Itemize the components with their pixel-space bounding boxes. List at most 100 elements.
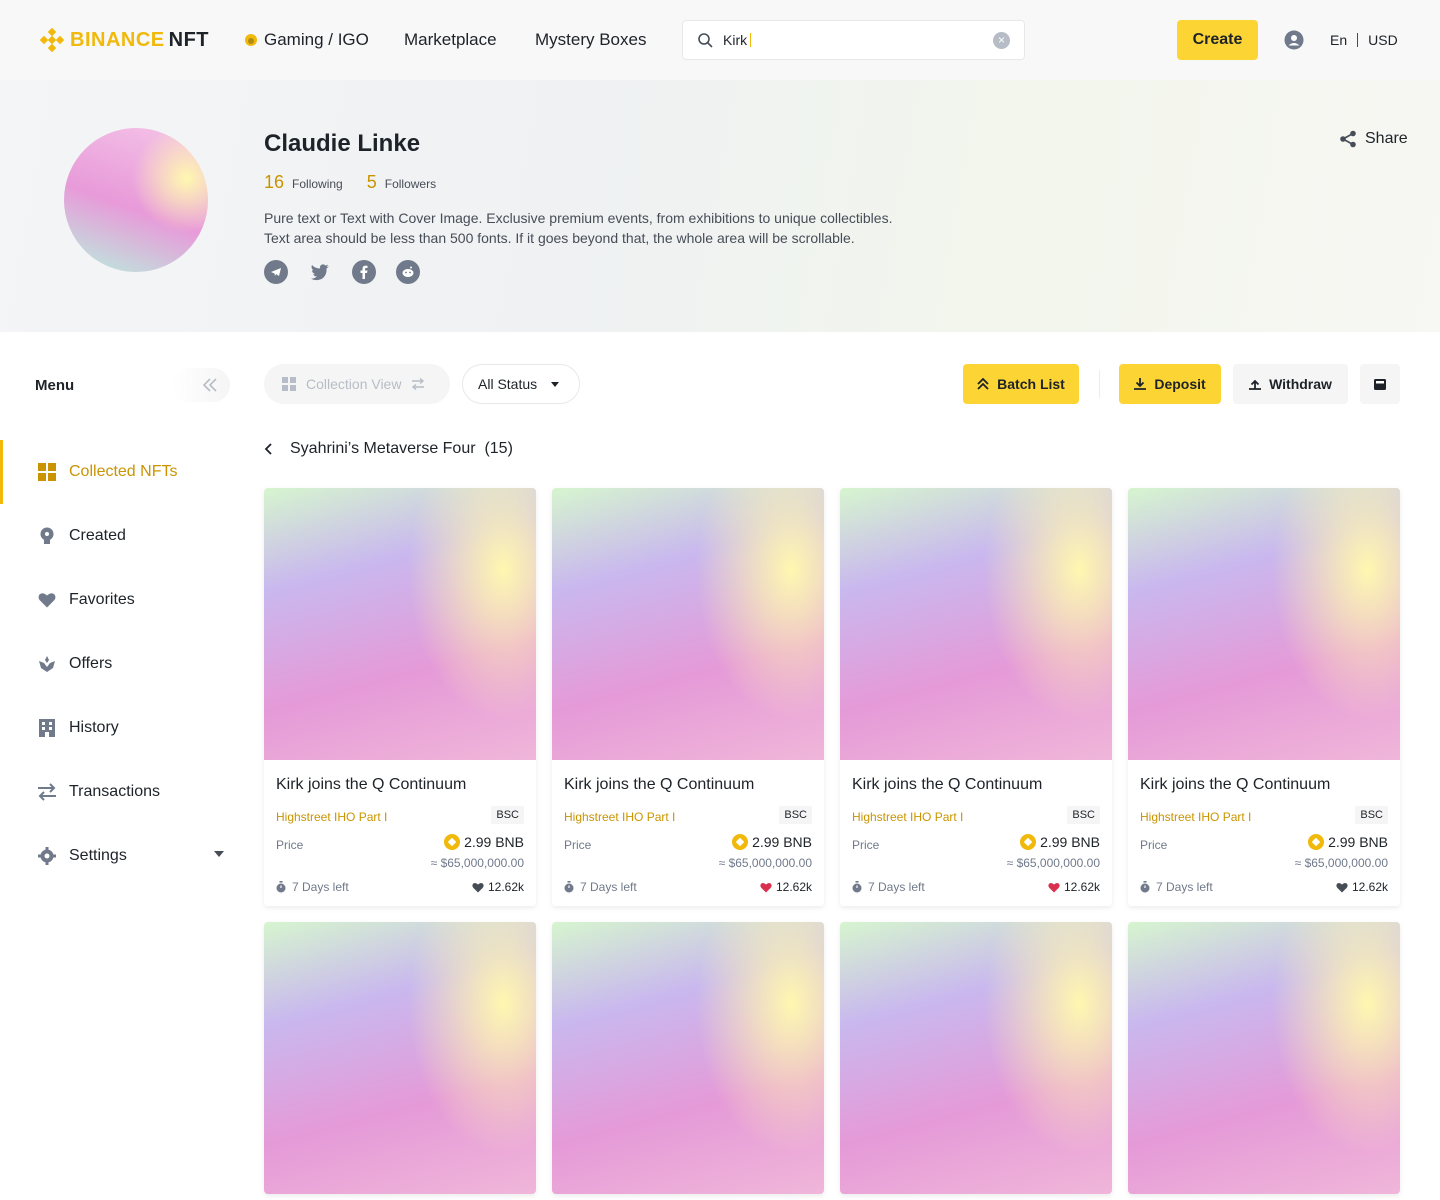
nft-card[interactable]: Kirk joins the Q Continuum Highstreet IHO…	[840, 488, 1112, 906]
time-left: 7 Days left	[852, 880, 925, 894]
nft-collection-link[interactable]: Highstreet IHO Part I	[1140, 810, 1251, 824]
price-label: Price	[1140, 838, 1168, 852]
flame-icon	[245, 34, 257, 46]
back-chevron-icon[interactable]	[264, 443, 272, 455]
download-icon	[1134, 378, 1147, 390]
collection-toolbar: Collection View All Status Batch List De…	[264, 364, 1400, 404]
clear-search-icon[interactable]: ×	[993, 32, 1010, 49]
like-button[interactable]: 12.62k	[1336, 880, 1388, 894]
sidebar-item-collected-nfts[interactable]: Collected NFTs	[0, 440, 250, 504]
stopwatch-icon	[276, 881, 286, 893]
nft-image[interactable]	[264, 922, 536, 1194]
nft-card[interactable]: Kirk joins the Q Continuum Highstreet IHO…	[552, 488, 824, 906]
search-input[interactable]: Kirk ×	[682, 20, 1025, 60]
share-button[interactable]: Share	[1339, 130, 1408, 148]
chain-badge: BSC	[1355, 806, 1388, 824]
chain-badge: BSC	[491, 806, 524, 824]
sidebar-item-label: Offers	[69, 655, 113, 672]
price-value: 2.99 BNB	[1328, 834, 1388, 850]
nft-card[interactable]	[264, 922, 536, 1194]
usd-equivalent: ≈ $65,000,000.00	[1294, 856, 1388, 870]
nft-card[interactable]	[1128, 922, 1400, 1194]
nft-card-body: Kirk joins the Q Continuum Highstreet IHO…	[264, 760, 536, 906]
wallet-button[interactable]	[1360, 364, 1400, 404]
nav-gaming-igo[interactable]: Gaming / IGO	[244, 30, 369, 50]
language-currency-switch[interactable]: En USD	[1330, 32, 1398, 48]
stopwatch-icon	[852, 881, 862, 893]
nft-title[interactable]: Kirk joins the Q Continuum	[564, 776, 812, 794]
time-left-value: 7 Days left	[292, 880, 349, 894]
sidebar-item-offers[interactable]: Offers	[0, 632, 250, 696]
withdraw-button[interactable]: Withdraw	[1233, 364, 1348, 404]
language-label[interactable]: En	[1330, 32, 1347, 48]
telegram-icon[interactable]	[264, 260, 288, 284]
user-avatar-icon[interactable]	[1284, 30, 1304, 55]
collapse-sidebar-button[interactable]	[172, 368, 230, 402]
sidebar-item-transactions[interactable]: Transactions	[0, 760, 250, 824]
stopwatch-icon	[564, 881, 574, 893]
reddit-icon[interactable]	[396, 260, 420, 284]
nft-collection-link[interactable]: Highstreet IHO Part I	[276, 810, 387, 824]
profile-name: Claudie Linke	[264, 130, 421, 157]
status-select[interactable]: All Status	[462, 364, 580, 404]
following-label[interactable]: Following	[292, 177, 343, 191]
nft-card[interactable]	[840, 922, 1112, 1194]
logo-brand-text: BINANCE	[70, 28, 165, 51]
like-button[interactable]: 12.62k	[760, 880, 812, 894]
nft-image[interactable]	[552, 922, 824, 1194]
twitter-icon[interactable]	[308, 260, 332, 284]
sidebar-item-label: Favorites	[69, 591, 135, 608]
search-value: Kirk	[723, 32, 748, 48]
nav-mystery-boxes[interactable]: Mystery Boxes	[535, 30, 646, 50]
like-button[interactable]: 12.62k	[472, 880, 524, 894]
sidebar-item-created[interactable]: Created	[0, 504, 250, 568]
nft-card-body: Kirk joins the Q Continuum Highstreet IHO…	[840, 760, 1112, 906]
like-button[interactable]: 12.62k	[1048, 880, 1100, 894]
nft-title[interactable]: Kirk joins the Q Continuum	[1140, 776, 1388, 794]
nft-image[interactable]	[552, 488, 824, 760]
nft-title[interactable]: Kirk joins the Q Continuum	[276, 776, 524, 794]
sidebar-item-settings[interactable]: Settings	[0, 824, 250, 888]
user-center-link[interactable]: User Center	[1076, 32, 1151, 48]
batch-list-button[interactable]: Batch List	[963, 364, 1079, 404]
price-label: Price	[852, 838, 880, 852]
nft-card[interactable]: Kirk joins the Q Continuum Highstreet IHO…	[1128, 488, 1400, 906]
nft-collection-link[interactable]: Highstreet IHO Part I	[564, 810, 675, 824]
currency-label[interactable]: USD	[1368, 32, 1398, 48]
nft-card[interactable]	[552, 922, 824, 1194]
sidebar-item-favorites[interactable]: Favorites	[0, 568, 250, 632]
nft-image[interactable]	[840, 488, 1112, 760]
facebook-icon[interactable]	[352, 260, 376, 284]
binance-nft-logo[interactable]: BINANCE NFT	[40, 28, 209, 52]
followers-count[interactable]: 5	[367, 172, 377, 193]
nft-image[interactable]	[264, 488, 536, 760]
grid-icon	[37, 462, 57, 482]
deposit-label: Deposit	[1154, 376, 1206, 392]
like-count: 12.62k	[1063, 880, 1100, 894]
nft-image[interactable]	[1128, 922, 1400, 1194]
nft-card[interactable]: Kirk joins the Q Continuum Highstreet IHO…	[264, 488, 536, 906]
nav-marketplace[interactable]: Marketplace	[404, 30, 497, 50]
withdraw-label: Withdraw	[1269, 376, 1332, 392]
create-button[interactable]: Create	[1177, 20, 1258, 60]
sidebar-item-history[interactable]: History	[0, 696, 250, 760]
text-caret	[750, 33, 752, 47]
nft-title[interactable]: Kirk joins the Q Continuum	[852, 776, 1100, 794]
hand-icon	[37, 654, 57, 674]
time-left-value: 7 Days left	[580, 880, 637, 894]
deposit-button[interactable]: Deposit	[1119, 364, 1221, 404]
following-count[interactable]: 16	[264, 172, 284, 193]
top-header: BINANCE NFT Gaming / IGO Marketplace Myst…	[0, 0, 1440, 80]
chain-badge: BSC	[779, 806, 812, 824]
heart-icon	[37, 590, 57, 610]
collection-name: Syahrini’s Metaverse Four	[290, 440, 476, 457]
building-icon	[37, 718, 57, 738]
nft-image[interactable]	[840, 922, 1112, 1194]
grid-view-icon	[282, 377, 296, 391]
followers-label[interactable]: Followers	[385, 177, 436, 191]
collection-count: (15)	[484, 440, 513, 457]
usd-equivalent: ≈ $65,000,000.00	[430, 856, 524, 870]
collection-view-toggle[interactable]: Collection View	[264, 364, 450, 404]
nft-image[interactable]	[1128, 488, 1400, 760]
nft-collection-link[interactable]: Highstreet IHO Part I	[852, 810, 963, 824]
